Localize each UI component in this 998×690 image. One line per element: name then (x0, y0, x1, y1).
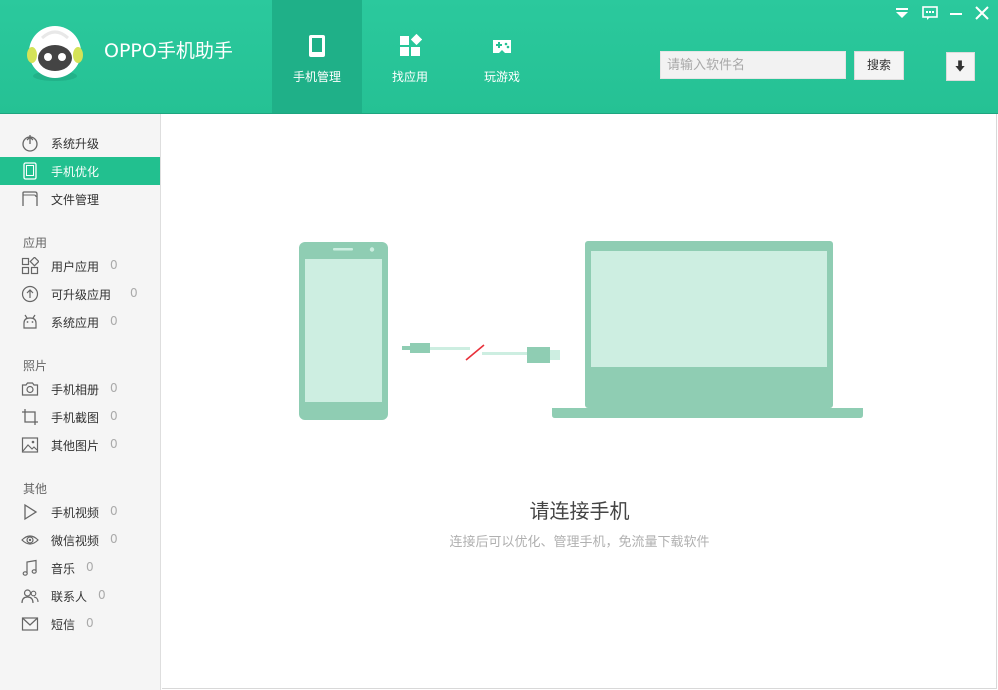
sidebar-item-count: 0 (110, 437, 118, 451)
app-title: OPPO手机助手 (104, 40, 233, 62)
sidebar-item-count: 0 (110, 409, 118, 423)
music-icon (22, 559, 37, 576)
sidebar-item-count: 0 (86, 616, 94, 630)
sidebar-item-upgradable-apps[interactable]: 可升级应用 0 (0, 280, 160, 308)
sidebar-item-user-apps[interactable]: 用户应用 0 (0, 252, 160, 280)
camera-icon (21, 382, 39, 396)
sidebar-item-label: 可升级应用 (51, 288, 112, 302)
close-icon[interactable] (973, 5, 991, 21)
sidebar-item-label: 手机截图 (51, 411, 100, 425)
sidebar-item-contacts[interactable]: 联系人 0 (0, 582, 160, 610)
sidebar-item-phone-screenshot[interactable]: 手机截图 0 (0, 403, 160, 431)
tab-label: 玩游戏 (483, 70, 520, 84)
download-arrow-icon (955, 60, 965, 72)
crop-icon (22, 409, 38, 425)
eye-icon (21, 535, 39, 545)
apps-icon (400, 34, 422, 56)
sidebar: 系统升级 手机优化 文件管理 应用 用户应用 0 可升级应用 0 系统应用 0 … (0, 114, 161, 690)
image-icon (21, 437, 39, 453)
contacts-icon (21, 589, 39, 604)
android-icon (23, 314, 37, 329)
sidebar-item-count: 0 (110, 504, 118, 518)
phone-icon (309, 35, 325, 57)
tab-phone-manage[interactable]: 手机管理 (272, 0, 362, 113)
sidebar-item-count: 0 (86, 560, 94, 574)
section-title-other: 其他 (23, 482, 48, 496)
connect-phone-illustration (299, 241, 863, 420)
sidebar-item-other-images[interactable]: 其他图片 0 (0, 431, 160, 459)
header-bar: OPPO手机助手 手机管理 找应用 玩游戏 搜索 (0, 0, 998, 114)
mail-icon (21, 617, 39, 631)
sidebar-item-count: 0 (98, 588, 106, 602)
sidebar-item-phone-optimize[interactable]: 手机优化 (0, 157, 160, 185)
tab-label: 手机管理 (292, 70, 341, 84)
feedback-icon[interactable] (921, 5, 939, 21)
sidebar-item-wechat-video[interactable]: 微信视频 0 (0, 526, 160, 554)
tab-find-apps[interactable]: 找应用 (365, 0, 455, 113)
sidebar-item-label: 用户应用 (51, 260, 100, 274)
sidebar-item-label: 微信视频 (51, 534, 100, 548)
sidebar-item-count: 0 (110, 314, 118, 328)
sidebar-item-label: 手机视频 (51, 506, 100, 520)
section-title-photos: 照片 (23, 359, 48, 373)
gamepad-icon (493, 40, 511, 53)
search-input[interactable] (660, 51, 846, 79)
upgrade-arrow-icon (21, 285, 39, 303)
connect-phone-hint: 连接后可以优化、管理手机，免流量下载软件 (449, 535, 710, 550)
tab-label: 找应用 (391, 70, 428, 84)
dropdown-menu-icon[interactable] (893, 5, 911, 21)
sidebar-item-system-upgrade[interactable]: 系统升级 (0, 129, 160, 157)
system-upgrade-icon (22, 135, 38, 152)
sidebar-item-count: 0 (110, 532, 118, 546)
sidebar-item-label: 手机优化 (51, 165, 100, 179)
phone-optimize-icon (23, 162, 37, 180)
folder-icon (22, 191, 38, 206)
usb-cable-icon (402, 343, 560, 363)
sidebar-item-count: 0 (110, 381, 118, 395)
sidebar-item-label: 系统应用 (51, 316, 100, 330)
sidebar-item-label: 联系人 (51, 590, 88, 604)
search-button[interactable]: 搜索 (854, 51, 904, 80)
sidebar-item-sms[interactable]: 短信 0 (0, 610, 160, 638)
section-title-apps: 应用 (23, 236, 48, 250)
sidebar-item-file-manage[interactable]: 文件管理 (0, 185, 160, 213)
sidebar-item-label: 文件管理 (51, 193, 100, 207)
minimize-icon[interactable] (947, 5, 965, 21)
download-button[interactable] (946, 52, 975, 81)
sidebar-item-label: 系统升级 (51, 137, 100, 151)
main-panel: 请连接手机 连接后可以优化、管理手机，免流量下载软件 (162, 114, 997, 689)
tab-play-games[interactable]: 玩游戏 (457, 0, 547, 113)
sidebar-item-label: 短信 (51, 618, 76, 632)
oppo-mascot-logo (27, 26, 83, 81)
sidebar-item-label: 其他图片 (51, 439, 100, 453)
user-apps-icon (21, 257, 39, 275)
sidebar-item-system-apps[interactable]: 系统应用 0 (0, 308, 160, 336)
sidebar-item-music[interactable]: 音乐 0 (0, 554, 160, 582)
sidebar-item-phone-album[interactable]: 手机相册 0 (0, 375, 160, 403)
play-icon (24, 503, 38, 521)
sidebar-item-count: 0 (130, 286, 138, 300)
sidebar-item-phone-video[interactable]: 手机视频 0 (0, 498, 160, 526)
sidebar-item-label: 音乐 (51, 562, 76, 576)
laptop-illustration (552, 241, 863, 418)
connect-phone-headline: 请连接手机 (529, 499, 630, 523)
sidebar-item-label: 手机相册 (51, 383, 100, 397)
sidebar-item-count: 0 (110, 258, 118, 272)
phone-illustration (299, 242, 388, 420)
